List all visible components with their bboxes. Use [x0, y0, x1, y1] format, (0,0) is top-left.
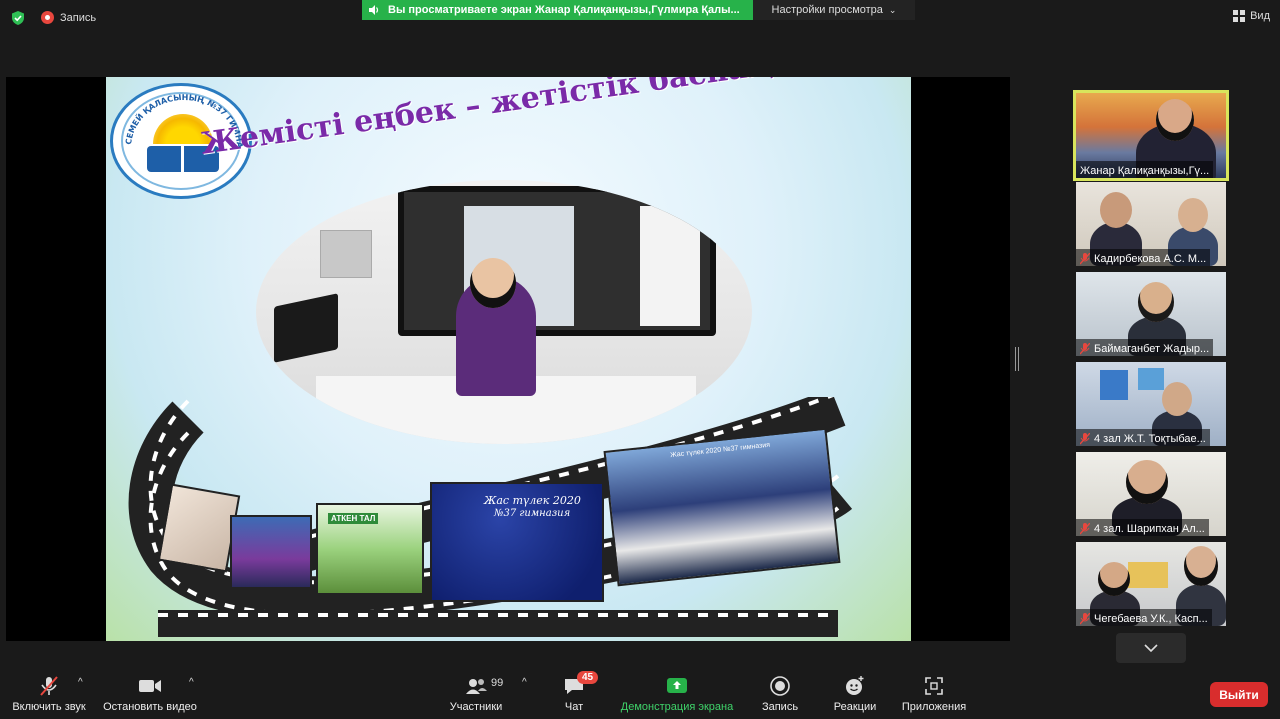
participants-count: 99 — [491, 677, 504, 689]
view-options-dropdown[interactable]: Настройки просмотра ⌄ — [753, 0, 915, 20]
presentation-slide: СЕМЕЙ ҚАЛАСЫНЫҢ №37 ГИМНАЗИЯСЫ КММ Жеміс… — [106, 77, 911, 641]
participants-options-caret[interactable]: ^ — [522, 677, 527, 688]
security-shield-icon[interactable] — [11, 11, 25, 25]
shared-screen: СЕМЕЙ ҚАЛАСЫНЫҢ №37 ГИМНАЗИЯСЫ КММ Жеміс… — [6, 77, 1010, 641]
speaker-icon — [369, 5, 379, 15]
mic-muted-icon — [1080, 612, 1090, 624]
mic-muted-icon — [1080, 252, 1090, 264]
apps-label: Приложения — [901, 701, 967, 713]
unmute-button[interactable]: Включить звук — [8, 663, 90, 719]
panel-resize-handle[interactable] — [1015, 347, 1019, 371]
participant-tile-active-speaker[interactable]: Жанар Қалиқанқызы,Гү... — [1073, 90, 1229, 181]
poster-text-1: Жас түлек 2020 — [484, 494, 581, 507]
participant-name: Чегебаева У.К., Касп... — [1076, 609, 1212, 626]
poster-text-3: Жас түлек 2020 №37 гимназия — [669, 441, 771, 460]
film-photo-4: Жас түлек 2020 №37 гимназия — [430, 482, 604, 602]
participant-tile[interactable]: Чегебаева У.К., Касп... — [1076, 542, 1226, 626]
audio-options-caret[interactable]: ^ — [78, 677, 83, 688]
record-dot-icon — [41, 11, 54, 24]
view-button[interactable]: Вид — [1233, 10, 1270, 22]
participant-tile[interactable]: 4 зал. Шарипхан Ал... — [1076, 452, 1226, 536]
mic-muted-icon — [40, 676, 58, 696]
participants-icon — [466, 679, 487, 694]
stop-video-label: Остановить видео — [103, 701, 197, 713]
record-button[interactable]: Запись — [752, 663, 808, 719]
reactions-label: Реакции — [833, 701, 877, 713]
recording-indicator[interactable]: Запись — [41, 11, 96, 24]
stop-video-button[interactable]: Остановить видео — [100, 663, 200, 719]
share-banner-text: Вы просматриваете экран Жанар Қалиқанқыз… — [388, 4, 740, 16]
participant-tile[interactable]: 4 зал Ж.Т. Тоқтыбае... — [1076, 362, 1226, 446]
chevron-down-icon: ⌄ — [888, 4, 897, 15]
film-photo-5: Жас түлек 2020 №37 гимназия — [603, 427, 841, 587]
participant-name: 4 зал. Шарипхан Ал... — [1076, 519, 1209, 536]
participant-tile[interactable]: Кадирбекова А.С. М... — [1076, 182, 1226, 266]
participant-name: Кадирбекова А.С. М... — [1076, 249, 1211, 266]
participant-name: Баймаганбет Жадыр... — [1076, 339, 1214, 356]
share-screen-button[interactable]: Демонстрация экрана — [612, 663, 742, 719]
record-label: Запись — [761, 701, 799, 713]
recording-label: Запись — [60, 11, 97, 24]
video-camera-icon — [139, 680, 161, 692]
emoji-reaction-icon — [846, 676, 864, 695]
slide-title: Жемісті еңбек – жетістік баспалдағы — [198, 77, 858, 162]
mic-muted-icon — [1080, 432, 1090, 444]
view-button-label: Вид — [1250, 10, 1270, 22]
chat-label: Чат — [564, 701, 584, 713]
film-photo-1 — [157, 483, 241, 573]
record-icon — [770, 676, 790, 696]
share-screen-label: Демонстрация экрана — [620, 701, 734, 713]
poster-text-2: №37 гимназия — [494, 508, 571, 519]
film-photo-3: АТКЕН ТАЛ — [316, 503, 424, 595]
chat-unread-badge: 45 — [577, 671, 599, 684]
participants-button[interactable]: Участники — [444, 663, 508, 719]
screen-share-banner: Вы просматриваете экран Жанар Қалиқанқыз… — [362, 0, 753, 20]
leave-meeting-button[interactable]: Выйти — [1210, 682, 1268, 707]
unmute-label: Включить звук — [12, 701, 86, 713]
chevron-down-icon — [1144, 644, 1158, 652]
grid-icon — [1233, 10, 1246, 22]
meeting-toolbar: Включить звук ^ Остановить видео ^ Участ… — [0, 663, 1280, 719]
view-options-label: Настройки просмотра — [771, 4, 883, 16]
sign-text: АТКЕН ТАЛ — [328, 513, 379, 524]
participant-tile[interactable]: Баймаганбет Жадыр... — [1076, 272, 1226, 356]
top-bar: Запись Вы просматриваете экран Жанар Қал… — [0, 0, 1280, 36]
participants-label: Участники — [449, 701, 503, 713]
apps-icon — [925, 677, 943, 695]
share-screen-icon — [667, 678, 687, 693]
gallery-scroll-down-button[interactable] — [1116, 633, 1186, 663]
participant-name: 4 зал Ж.Т. Тоқтыбае... — [1076, 429, 1210, 446]
mic-muted-icon — [1080, 342, 1090, 354]
video-options-caret[interactable]: ^ — [189, 677, 194, 688]
participant-name: Жанар Қалиқанқызы,Гү... — [1076, 161, 1214, 178]
mic-muted-icon — [1080, 522, 1090, 534]
apps-button[interactable]: Приложения — [896, 663, 972, 719]
film-photo-2 — [230, 515, 312, 589]
reactions-button[interactable]: Реакции — [826, 663, 884, 719]
